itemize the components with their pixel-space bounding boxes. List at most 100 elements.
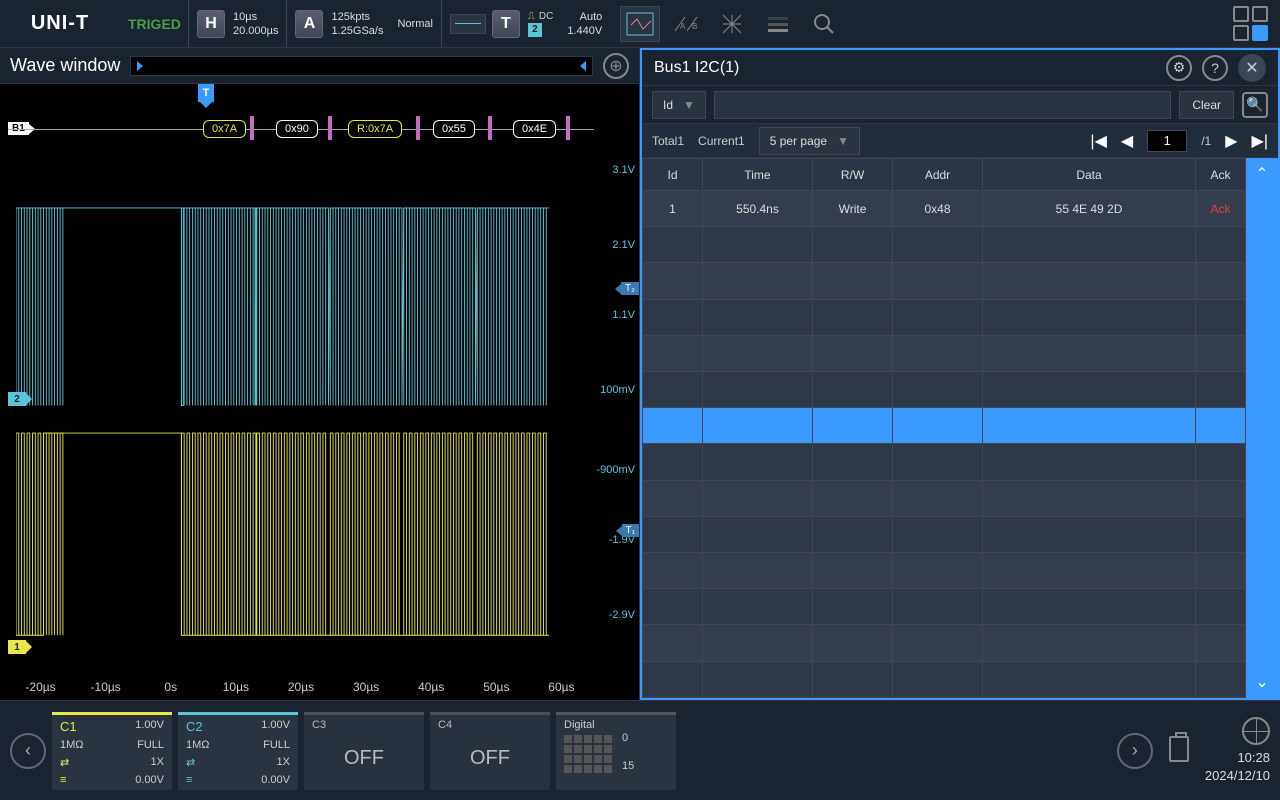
trigger-level: 1.440V [567,24,602,38]
table-header[interactable]: Ack [1196,159,1246,191]
x-axis-tick: -10µs [73,680,138,700]
usb-icon[interactable] [1169,736,1189,762]
bottom-bar: ‹ C11.00V 1MΩFULL ⇄1X ≡0.00V C21.00V 1MΩ… [0,700,1280,800]
page-input[interactable] [1147,130,1187,152]
table-row[interactable] [643,516,1246,552]
search-tool-icon[interactable] [804,6,844,42]
clock-time: 10:28 [1205,749,1270,767]
table-row[interactable] [643,227,1246,263]
y-axis-label: -900mV [596,464,635,476]
table-row[interactable]: 1550.4nsWrite0x4855 4E 49 2DAck [643,191,1246,227]
packet-divider [328,116,332,140]
decode-packet[interactable]: 0x4E [513,120,556,138]
table-row[interactable] [643,589,1246,625]
x-axis-tick: 30µs [334,680,399,700]
top-toolbar: UNI-T TRIGED H 10µs20.000µs A 125kpts1.2… [0,0,1280,48]
trigger-settings[interactable]: T ⎍DC 2 Auto1.440V [441,0,610,47]
table-row[interactable] [643,335,1246,371]
digital-card[interactable]: Digital 015 [556,712,676,790]
next-page-icon[interactable]: ▶ [1225,131,1237,151]
x-axis-tick: -20µs [8,680,73,700]
table-header[interactable]: Time [703,159,813,191]
packet-divider [488,116,492,140]
y-axis-label: 1.1V [612,309,635,321]
scroll-up-icon[interactable]: ⌃ [1255,164,1268,184]
channel-ground-flag[interactable]: 1 [8,640,26,654]
network-icon[interactable] [1242,717,1270,745]
scroll-down-icon[interactable]: ⌄ [1255,672,1268,692]
xy-tool-icon[interactable] [712,6,752,42]
clear-button[interactable]: Clear [1179,91,1234,119]
waveform-area[interactable]: T B1 0x7A0x90R:0x7A0x550x4E [8,84,594,680]
filter-search-icon[interactable]: 🔍 [1242,92,1268,118]
channel-1-card[interactable]: C11.00V 1MΩFULL ⇄1X ≡0.00V [52,712,172,790]
trigger-mode: Auto [567,10,602,24]
table-row[interactable] [643,625,1246,661]
display-tool-icon[interactable] [758,6,798,42]
measure-tool-icon[interactable]: AB [666,6,706,42]
help-icon[interactable]: ? [1202,55,1228,81]
x-axis-tick: 40µs [399,680,464,700]
time-offset: 20.000µs [233,24,278,38]
table-header[interactable]: R/W [813,159,893,191]
y-axis-label: 100mV [600,384,635,396]
table-row[interactable] [643,372,1246,408]
packet-divider [250,116,254,140]
table-row[interactable] [643,480,1246,516]
table-row[interactable] [643,553,1246,589]
page-total: /1 [1201,134,1211,148]
trigger-level-flag[interactable]: T₁ [622,524,639,537]
table-row[interactable] [643,299,1246,335]
table-row[interactable] [643,444,1246,480]
acquisition-icon: A [295,10,323,38]
table-header[interactable]: Data [983,159,1196,191]
prev-page-icon[interactable]: ◀ [1121,131,1133,151]
brand-logo: UNI-T [0,0,120,48]
prev-channel-icon[interactable]: ‹ [10,733,46,769]
layout-grid-icon[interactable] [1233,6,1268,41]
decode-packet[interactable]: R:0x7A [348,120,402,138]
x-axis-tick: 50µs [464,680,529,700]
bus-title: Bus1 I2C(1) [654,59,1156,77]
horizontal-icon: H [197,10,225,38]
y-axis-label: -2.9V [609,609,635,621]
table-header[interactable]: Addr [893,159,983,191]
last-page-icon[interactable]: ▶| [1252,131,1268,151]
decode-packet[interactable]: 0x90 [276,120,318,138]
decode-table: IdTimeR/WAddrDataAck 1550.4nsWrite0x4855… [642,158,1246,698]
clock-date: 2024/12/10 [1205,767,1270,785]
x-axis-tick: 10µs [203,680,268,700]
first-page-icon[interactable]: |◀ [1090,131,1106,151]
cursor-tool-icon[interactable] [620,6,660,42]
table-row[interactable] [643,661,1246,697]
close-icon[interactable]: ✕ [1238,54,1266,82]
y-axis-label: 3.1V [612,164,635,176]
table-header[interactable]: Id [643,159,703,191]
trigger-status: TRIGED [128,16,188,32]
trigger-marker[interactable]: T [198,84,214,102]
timebase: 10µs [233,10,278,24]
packet-divider [416,116,420,140]
channel-4-card[interactable]: C4 OFF [430,712,550,790]
trigger-level-flag[interactable]: T₂ [621,282,639,295]
decode-packet[interactable]: 0x7A [203,120,246,138]
horizontal-settings[interactable]: H 10µs20.000µs [188,0,286,47]
settings-icon[interactable]: ⚙ [1166,55,1192,81]
filter-field-select[interactable]: Id▼ [652,91,706,119]
zoom-icon[interactable]: ⊕ [603,53,629,79]
x-axis-tick: 60µs [529,680,594,700]
decode-packet[interactable]: 0x55 [433,120,475,138]
table-scrollbar[interactable]: ⌃ ⌄ [1246,158,1278,698]
filter-input[interactable] [714,91,1171,119]
trigger-coupling: DC [539,11,553,22]
table-row[interactable] [643,263,1246,299]
channel-3-card[interactable]: C3 OFF [304,712,424,790]
wave-dropdown[interactable] [130,56,593,76]
channel-2-card[interactable]: C21.00V 1MΩFULL ⇄1X ≡0.00V [178,712,298,790]
per-page-select[interactable]: 5 per page▼ [759,127,860,155]
table-row[interactable] [643,408,1246,444]
channel-ground-flag[interactable]: 2 [8,392,26,406]
wave-title: Wave window [10,55,120,76]
acquisition-settings[interactable]: A 125kpts1.25GSa/s Normal [286,0,440,47]
next-channel-icon[interactable]: › [1117,733,1153,769]
